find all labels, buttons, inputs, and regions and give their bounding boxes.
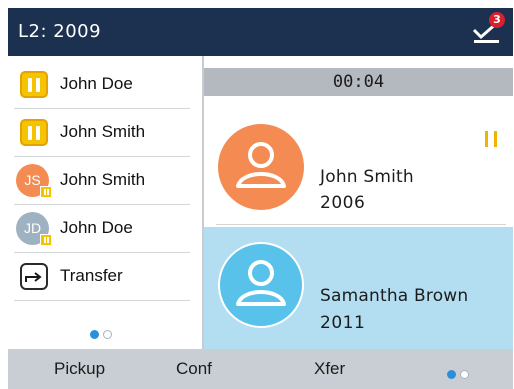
list-item-label: John Doe	[60, 74, 133, 93]
phone-screen: L2: 2009 3 John Doe John Smith JS John S…	[8, 8, 513, 389]
page-dot-active	[90, 330, 99, 339]
call-row-1[interactable]: John Smith 2006	[204, 109, 513, 224]
contact-avatar-icon	[218, 124, 304, 210]
hold-icon	[20, 71, 48, 98]
softkey-xfer[interactable]: Xfer	[314, 359, 345, 379]
list-item-call-4[interactable]: JD John Doe	[14, 205, 190, 253]
hold-mini-icon	[40, 186, 52, 198]
avatar-hold-icon: JD	[16, 212, 52, 246]
softkey-conf[interactable]: Conf	[176, 359, 212, 379]
call-name: Samantha Brown	[320, 286, 469, 306]
line-list: John Doe John Smith JS John Smith JD Joh…	[8, 56, 202, 349]
header-bar: L2: 2009 3	[8, 8, 513, 56]
avatar-initials: JS	[24, 172, 41, 188]
list-item-call-3[interactable]: JS John Smith	[14, 157, 190, 205]
voicemail-count-badge: 3	[489, 12, 505, 28]
list-item-label: John Smith	[60, 122, 146, 141]
list-item-label: John Doe	[60, 218, 133, 237]
contact-avatar-icon	[218, 242, 304, 328]
avatar-initials: JD	[23, 220, 42, 236]
call-timer: 00:04	[204, 68, 513, 96]
voicemail-indicator[interactable]: 3	[471, 12, 505, 48]
call-number: 2011	[320, 313, 366, 333]
hold-mini-icon	[40, 234, 52, 246]
list-item-call-2[interactable]: John Smith	[14, 109, 190, 157]
softkey-pickup[interactable]: Pickup	[54, 359, 105, 379]
softkey-bar: Pickup Conf Xfer	[8, 349, 513, 389]
hold-icon	[485, 131, 499, 147]
call-number: 2006	[320, 193, 366, 213]
sidebar-page-indicator	[90, 324, 116, 343]
page-dot	[460, 370, 469, 379]
list-item-call-1[interactable]: John Doe	[14, 61, 190, 109]
list-item-label: Transfer	[60, 266, 123, 285]
list-item-transfer[interactable]: Transfer	[14, 253, 190, 301]
avatar-hold-icon: JS	[16, 164, 52, 198]
hold-icon	[20, 119, 48, 146]
transfer-icon	[20, 263, 48, 290]
divider	[216, 224, 506, 225]
page-dot	[103, 330, 112, 339]
softkey-page-indicator[interactable]	[447, 364, 473, 383]
call-panel: 00:04 John Smith 2006 Samantha Brown 201…	[204, 56, 513, 349]
page-dot-active	[447, 370, 456, 379]
line-title: L2: 2009	[18, 21, 102, 42]
call-name: John Smith	[320, 167, 414, 187]
list-item-label: John Smith	[60, 170, 146, 189]
call-row-2-selected[interactable]: Samantha Brown 2011	[204, 227, 513, 349]
